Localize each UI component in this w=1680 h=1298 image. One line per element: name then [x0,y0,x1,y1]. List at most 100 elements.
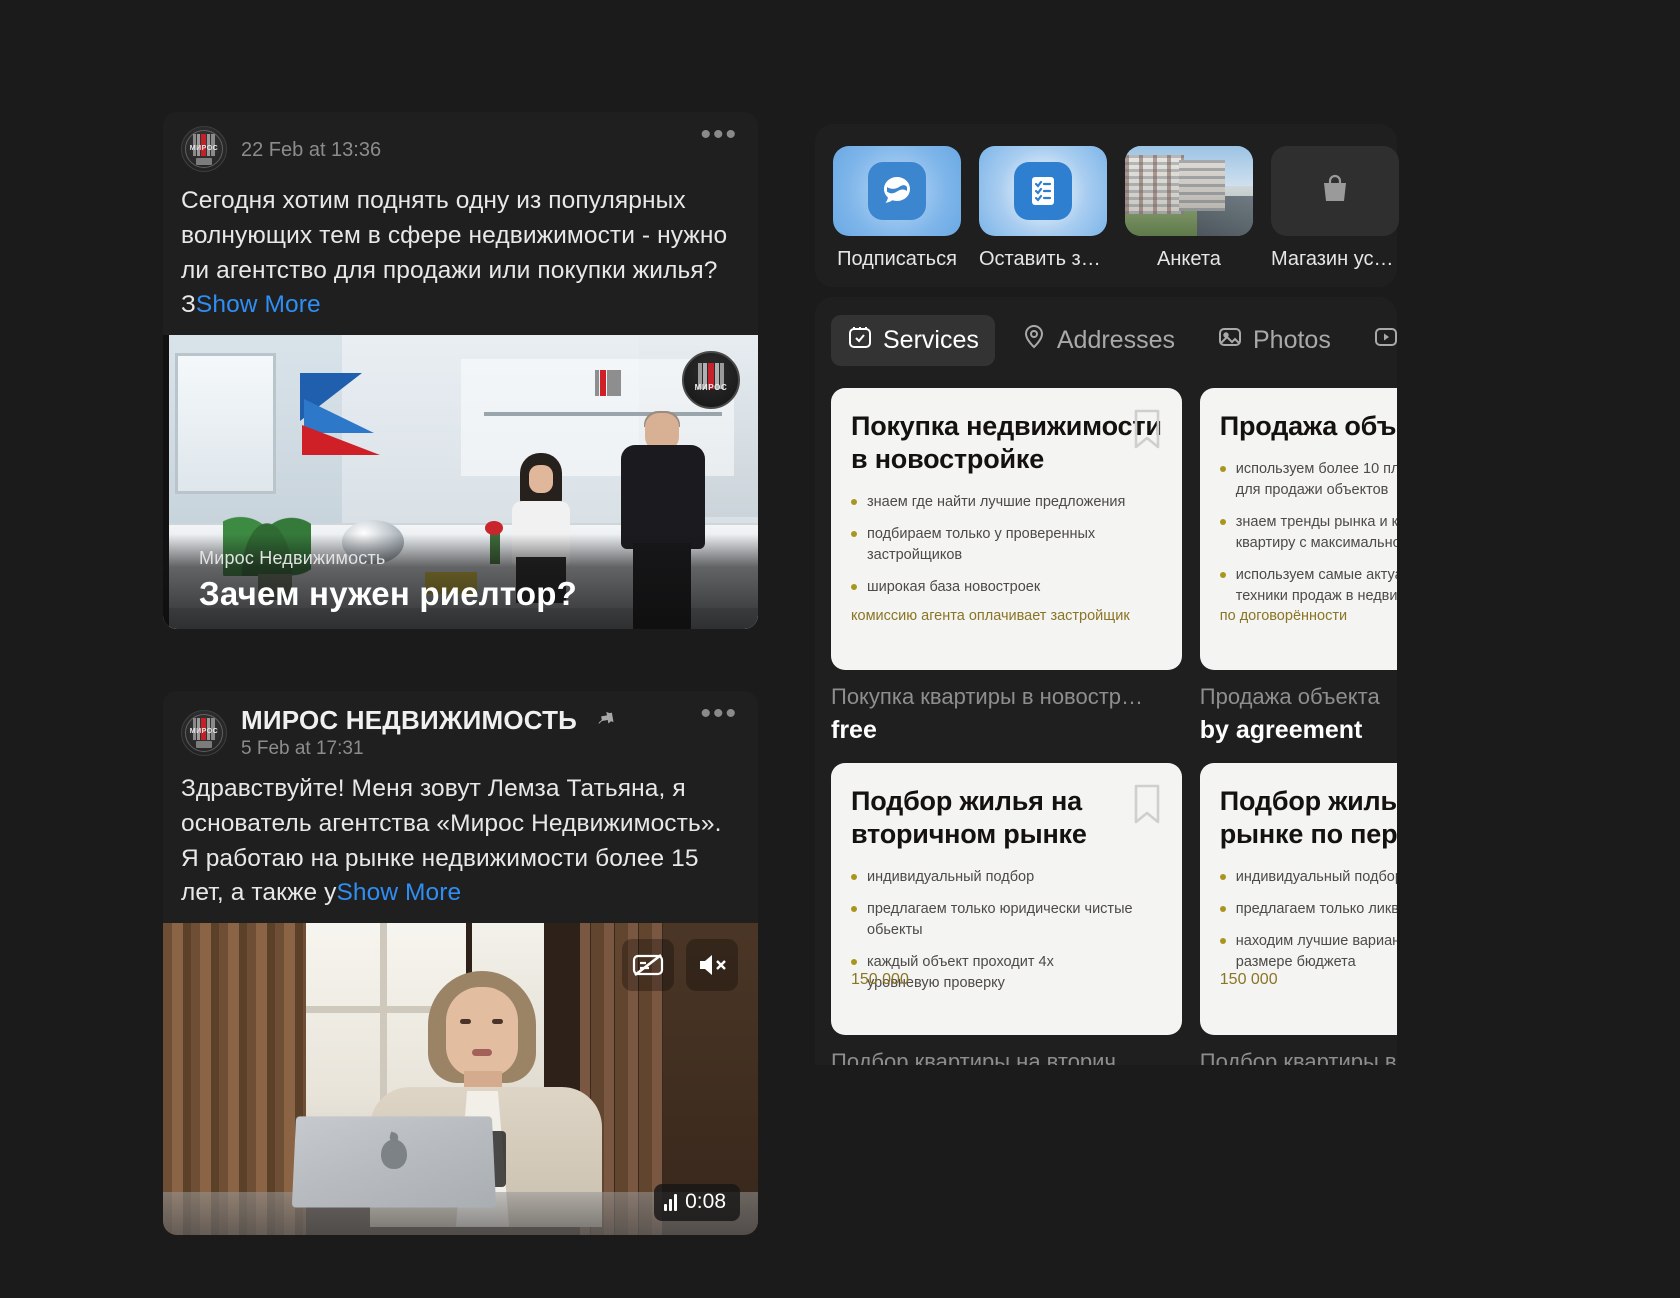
tab-photos[interactable]: Photos [1201,315,1347,366]
post-header: МИРОС 22 Feb at 13:36 ••• [163,112,758,178]
messenger-bubble-icon [868,162,926,220]
bullet-line-2: обьекты [867,921,923,938]
profile-side-panel: Подписаться Оставить зая Анкета Магазин … [815,124,1399,1066]
video-duration-text: 0:08 [685,1190,726,1214]
channel-feed: МИРОС 22 Feb at 13:36 ••• Сегодня хотим … [163,112,758,1236]
shortcut-label: Подписаться [837,248,957,270]
service-item[interactable]: Покупка недвижимости в новостройке знаем… [831,388,1182,745]
video-play-icon [1373,324,1397,357]
bullet-line-2: техники продаж в недвижимости [1235,588,1397,605]
bullet-item: знаем где найти лучшие предложения [851,492,1162,513]
title-line-1: Продажа объекта [1219,411,1397,441]
service-subtitle: Подбор квартиры в новостр… [1199,1049,1397,1065]
post-text: Здравствуйте! Меня зовут Лемза Татьяна, … [163,766,758,923]
bullet-line-1: каждый объект проходит 4х [867,953,1054,970]
caption-subtitle: Мирос Недвижимость [199,548,386,569]
checklist-form-icon [1014,162,1072,220]
video-duration-badge: 0:08 [654,1184,740,1222]
bullet-line-1: предлагаем только юридически чистые [867,900,1133,917]
service-price: by agreement [1199,716,1363,744]
service-card[interactable]: Продажа объекта используем более 10 площ… [1199,388,1397,670]
post-text: Сегодня хотим поднять одну из популярных… [163,178,758,335]
bullet-line-1: используем самые актуальные [1235,567,1397,583]
shortcut-leave-request[interactable]: Оставить заяв… [979,146,1107,271]
post-more-menu-icon[interactable]: ••• [700,120,738,150]
title-line-1: Покупка недвижимости [851,411,1162,441]
post-card[interactable]: МИРОС МИРОС НЕДВИЖИМОСТЬ 5 Feb at 17:31 … [163,691,758,1236]
post-media-photo[interactable]: МИРОС Мирос Недвижимость Зачем нужен рие… [163,335,758,630]
tab-label: Photos [1253,326,1331,354]
calendar-check-icon [847,324,873,357]
image-icon [1217,324,1243,357]
speaker-muted-icon[interactable] [686,939,738,992]
shortcut-label: Оставить заяв… [979,248,1107,270]
shortcut-services-shop[interactable]: Магазин услуг [1271,146,1399,271]
bookmark-icon[interactable] [1128,781,1166,827]
channel-watermark-logo: МИРОС [682,351,740,410]
shortcut-questionnaire[interactable]: Анкета [1125,146,1253,271]
bullet-item: индивидуальный подбор [851,867,1162,888]
bullet-line-1: подбираем только у проверенных [867,525,1096,542]
service-subtitle: Подбор квартиры на вторич… [831,1049,1138,1065]
tab-addresses[interactable]: Addresses [1005,315,1191,366]
bullet-line-2: застройщиков [867,546,963,563]
shortcut-tile[interactable] [1271,146,1399,236]
service-bullets: используем более 10 площадок для продажи … [1219,459,1397,607]
service-card-note: по договорённости [1219,608,1348,624]
post-media-video[interactable]: 0:08 [163,923,758,1236]
service-card-note: комиссию агента оплачивает застройщик [851,608,1130,624]
bullet-line-1: предлагаем только ликвидные объекты [1235,900,1397,917]
service-item[interactable]: Подбор жилья на вторичном рынке индивиду… [831,763,1182,1065]
tab-label: Services [883,326,979,354]
service-card-title: Продажа объекта [1220,410,1397,443]
closed-caption-off-icon[interactable] [622,939,674,992]
service-card[interactable]: Подбор жилья на первичном рынке по переу… [1199,763,1397,1035]
tab-services[interactable]: Services [831,315,995,366]
bullet-line-1: знаем тренды рынка и как продать [1235,513,1397,530]
shortcut-tile[interactable] [833,146,961,236]
bullet-item: находим лучшие варианты в размере бюджета [1219,931,1397,973]
bullet-item: используем самые актуальные техники прода… [1219,565,1397,607]
shortcut-subscribe[interactable]: Подписаться [833,146,961,271]
service-item[interactable]: Продажа объекта используем более 10 площ… [1199,388,1397,745]
shortcut-label: Анкета [1157,248,1221,270]
services-grid: Покупка недвижимости в новостройке знаем… [831,388,1397,1065]
service-card-title: Подбор жилья на первичном рынке по переу… [1220,785,1397,851]
service-card[interactable]: Покупка недвижимости в новостройке знаем… [831,388,1182,670]
service-bullets: знаем где найти лучшие предложения подби… [851,492,1162,598]
map-pin-icon [1021,324,1047,357]
bullet-line-2: квартиру с максимальной выгодой [1235,534,1397,551]
service-subtitle: Покупка квартиры в новостр… [831,684,1144,709]
service-card-title: Подбор жилья на вторичном рынке [851,785,1162,851]
service-subtitle: Продажа объекта [1199,684,1380,709]
service-card-title: Покупка недвижимости в новостройке [851,410,1162,476]
watermark-label: МИРОС [694,383,728,393]
bullet-line-1: знаем где найти лучшие предложения [867,493,1126,510]
media-caption-overlay: Мирос Недвижимость Зачем нужен риелтор? [163,534,758,630]
title-line-2: рынке по переуступке [1219,818,1397,849]
avatar[interactable]: МИРОС [181,126,227,172]
title-line-1: Подбор жилья на первичном [1219,786,1397,816]
avatar[interactable]: МИРОС [181,709,227,756]
content-tabs-card: Services Addresses Photos Покупка недвиж… [815,297,1397,1065]
bullet-item: подбираем только у проверенных застройщик… [851,524,1162,566]
shortcuts-row: Подписаться Оставить зая Анкета Магазин … [833,146,1399,271]
shopping-bag-icon [1320,173,1350,210]
post-more-menu-icon[interactable]: ••• [700,699,738,729]
bullet-line-1: индивидуальный подбор [867,868,1035,885]
shortcut-tile[interactable] [1125,146,1253,236]
bullet-item: предлагаем только юридически чистые обьек… [851,899,1162,941]
bullet-item: индивидуальный подбор [1219,867,1397,888]
tab-videos[interactable]: Videos [1357,315,1397,366]
shortcut-tile[interactable] [979,146,1107,236]
bookmark-icon[interactable] [1128,406,1166,452]
bullet-line-1: широкая база новостроек [867,578,1041,595]
app-screen: МИРОС 22 Feb at 13:36 ••• Сегодня хотим … [0,0,1680,1298]
shortcut-label: Магазин услуг [1271,248,1399,270]
show-more-link[interactable]: Show More [196,291,321,318]
service-card[interactable]: Подбор жилья на вторичном рынке индивиду… [831,763,1182,1035]
service-item[interactable]: Подбор жилья на первичном рынке по переу… [1199,763,1397,1065]
post-card[interactable]: МИРОС 22 Feb at 13:36 ••• Сегодня хотим … [163,112,758,630]
bullet-item: используем более 10 площадок для продажи … [1219,459,1397,501]
show-more-link[interactable]: Show More [336,879,461,906]
